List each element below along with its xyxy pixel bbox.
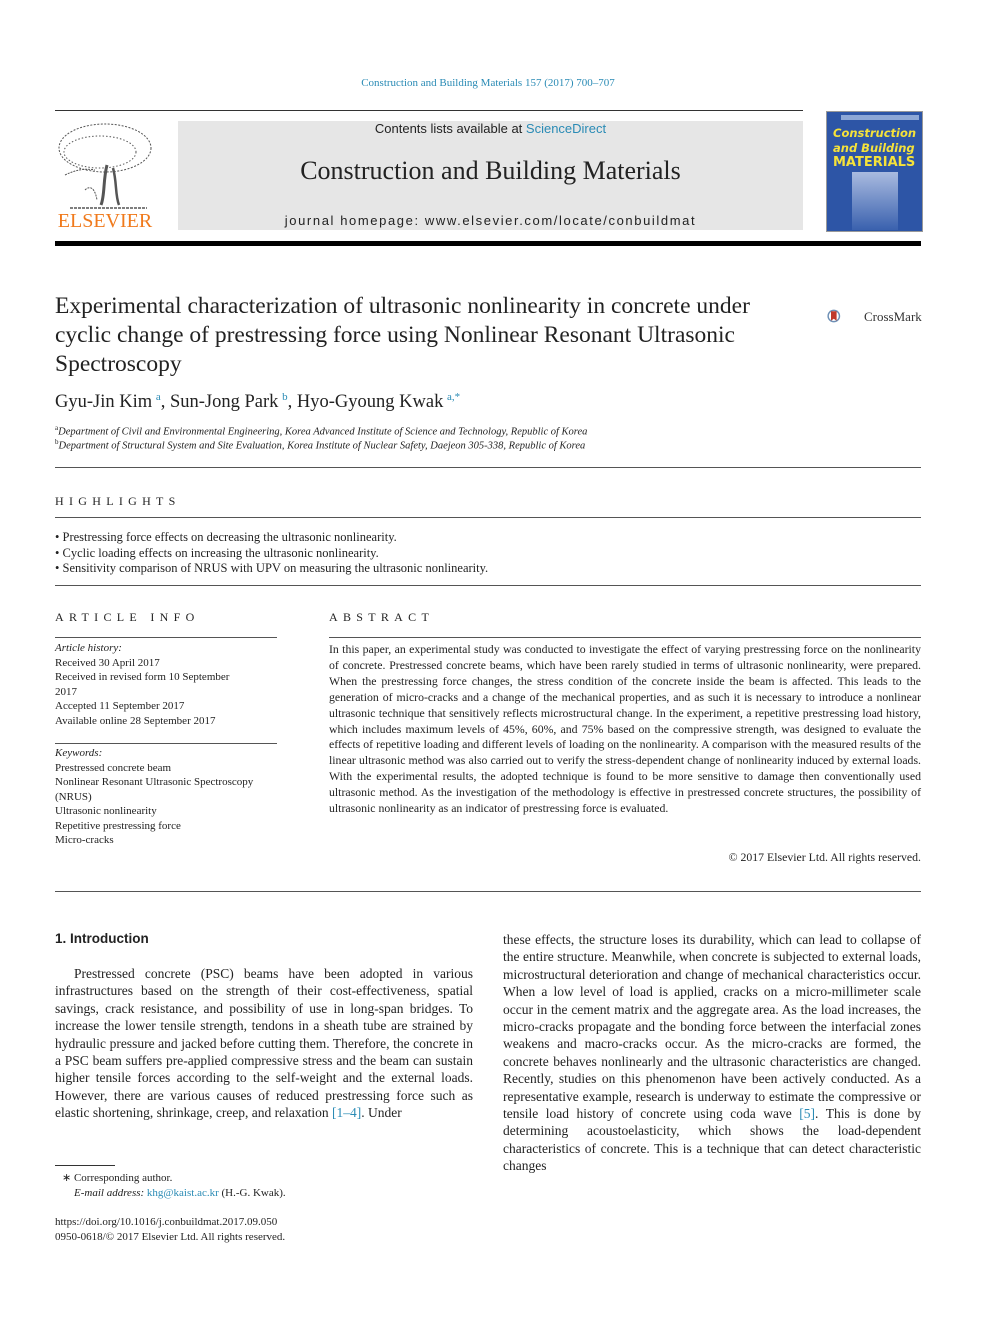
- header-thick-divider: [55, 241, 921, 246]
- author-name[interactable]: Sun-Jong Park: [170, 392, 278, 412]
- keyword: Repetitive prestressing force: [55, 819, 181, 832]
- sciencedirect-link[interactable]: ScienceDirect: [526, 121, 606, 136]
- journal-citation-link[interactable]: Construction and Building Materials 157 …: [0, 77, 976, 89]
- crossmark-icon[interactable]: [827, 298, 867, 334]
- highlight-item: • Prestressing force effects on decreasi…: [55, 530, 397, 544]
- body-column-left: Prestressed concrete (PSC) beams have be…: [55, 965, 473, 1122]
- divider: [55, 467, 921, 468]
- divider: [55, 637, 277, 638]
- body-text: these effects, the structure loses its d…: [503, 932, 921, 1122]
- body-column-right: these effects, the structure loses its d…: [503, 931, 921, 1175]
- keywords-label: Keywords:: [55, 747, 103, 759]
- article-title: Experimental characterization of ultraso…: [55, 293, 750, 377]
- contents-line: Contents lists available at ScienceDirec…: [178, 121, 803, 136]
- email-note: E-mail address: khg@kaist.ac.kr (H.-G. K…: [74, 1187, 286, 1199]
- author-affiliation-mark[interactable]: b: [282, 391, 288, 403]
- body-text: Prestressed concrete (PSC) beams have be…: [55, 966, 473, 1121]
- affiliation: bDepartment of Structural System and Sit…: [55, 438, 585, 452]
- contents-prefix: Contents lists available at: [374, 121, 526, 136]
- issn-copyright: 0950-0618/© 2017 Elsevier Ltd. All right…: [55, 1231, 286, 1243]
- header-divider: [55, 110, 803, 111]
- highlight-text: Prestressing force effects on decreasing…: [62, 530, 397, 544]
- cover-title-line2: and Building: [833, 141, 915, 155]
- body-text: . Under: [361, 1105, 402, 1121]
- cover-bar: [841, 115, 919, 120]
- article-info-heading: ARTICLE INFO: [55, 610, 200, 624]
- highlight-item: • Cyclic loading effects on increasing t…: [55, 546, 379, 560]
- author-name[interactable]: Gyu-Jin Kim: [55, 392, 152, 412]
- abstract-heading: ABSTRACT: [329, 610, 435, 624]
- journal-title: Construction and Building Materials: [300, 156, 681, 185]
- history-entry: Accepted 11 September 2017: [55, 700, 185, 712]
- cover-title-line3: MATERIALS: [833, 155, 916, 170]
- highlight-text: Sensitivity comparison of NRUS with UPV …: [62, 561, 489, 575]
- author-affiliation-mark[interactable]: a,*: [447, 391, 460, 403]
- citation-link[interactable]: [5]: [799, 1106, 815, 1121]
- article-history-label: Article history:: [55, 642, 122, 654]
- history-entry: 2017: [55, 685, 77, 698]
- highlight-item: • Sensitivity comparison of NRUS with UP…: [55, 561, 489, 575]
- journal-cover-thumbnail[interactable]: Construction and Building MATERIALS: [826, 111, 923, 232]
- affiliation-text: Department of Civil and Environmental En…: [58, 426, 588, 438]
- highlights-heading: HIGHLIGHTS: [55, 494, 181, 508]
- crossmark-label[interactable]: CrossMark: [864, 309, 922, 325]
- author-name[interactable]: Hyo-Gyoung Kwak: [297, 392, 443, 412]
- abstract-text: In this paper, an experimental study was…: [329, 642, 921, 816]
- divider: [55, 585, 921, 586]
- keyword: Micro-cracks: [55, 834, 114, 846]
- abstract-copyright: © 2017 Elsevier Ltd. All rights reserved…: [728, 850, 921, 864]
- history-entry: Received in revised form 10 September: [55, 671, 230, 683]
- footnote-divider: [55, 1165, 115, 1166]
- divider: [55, 517, 921, 518]
- section-heading: 1. Introduction: [55, 931, 149, 946]
- author-affiliation-mark[interactable]: a: [156, 391, 161, 403]
- cover-glow: [852, 172, 898, 230]
- cover-title-line1: Construction: [833, 126, 917, 140]
- doi-link[interactable]: https://doi.org/10.1016/j.conbuildmat.20…: [55, 1216, 277, 1228]
- divider: [55, 891, 921, 892]
- citation-link[interactable]: [1–4]: [332, 1105, 361, 1120]
- journal-homepage-link[interactable]: journal homepage: www.elsevier.com/locat…: [178, 213, 803, 228]
- email-link[interactable]: khg@kaist.ac.kr: [147, 1187, 219, 1199]
- elsevier-wordmark: ELSEVIER: [57, 210, 153, 232]
- author-list: Gyu-Jin Kim a, Sun-Jong Park b, Hyo-Gyou…: [55, 391, 461, 413]
- history-entry: Received 30 April 2017: [55, 656, 160, 669]
- affiliation: aDepartment of Civil and Environmental E…: [55, 424, 587, 438]
- email-label: E-mail address:: [74, 1187, 147, 1199]
- keyword: Ultrasonic nonlinearity: [55, 805, 157, 817]
- keyword: (NRUS): [55, 790, 92, 803]
- corresponding-author-note: ∗ Corresponding author.: [62, 1172, 173, 1184]
- affiliation-text: Department of Structural System and Site…: [58, 440, 586, 452]
- keyword: Nonlinear Resonant Ultrasonic Spectrosco…: [55, 776, 254, 788]
- email-suffix: (H.-G. Kwak).: [218, 1187, 286, 1199]
- highlight-text: Cyclic loading effects on increasing the…: [62, 546, 379, 560]
- divider: [55, 743, 277, 744]
- divider: [329, 637, 921, 638]
- keyword: Prestressed concrete beam: [55, 761, 172, 774]
- history-entry: Available online 28 September 2017: [55, 714, 216, 727]
